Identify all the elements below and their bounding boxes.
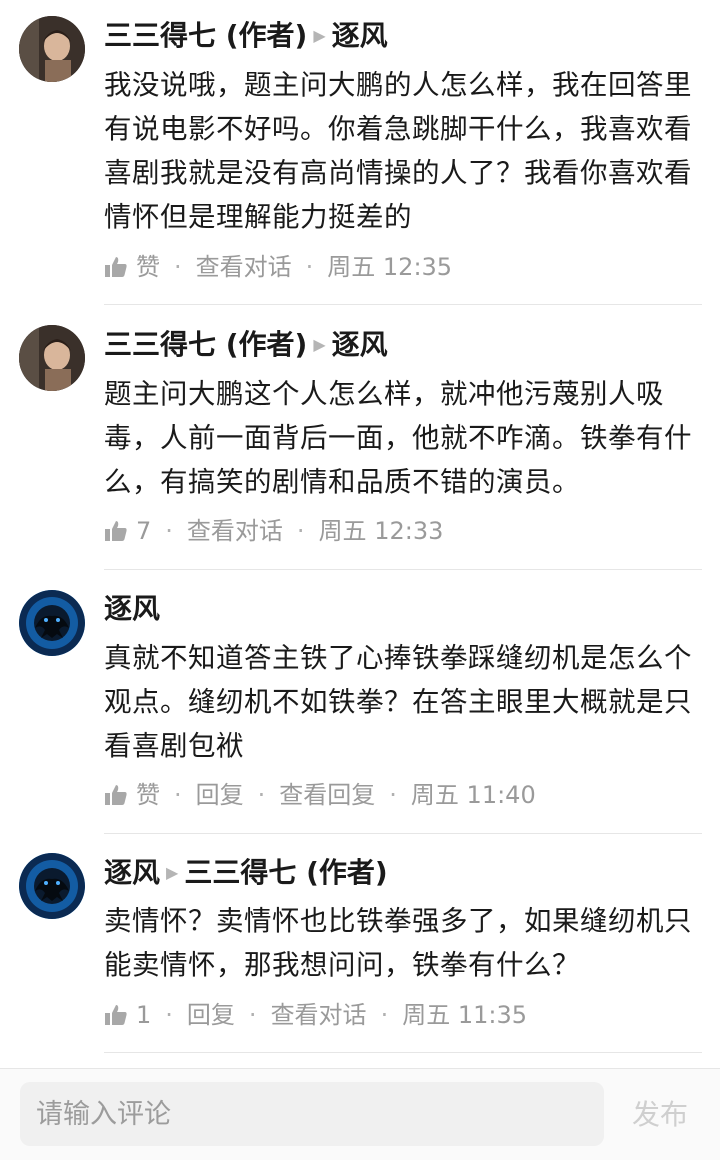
frog-avatar-icon — [19, 853, 85, 919]
comment-text: 我没说哦，题主问大鹏的人怎么样，我在回答里有说电影不好吗。你着急跳脚干什么，我喜… — [104, 69, 692, 233]
comment-text: 题主问大鹏这个人怎么样，就冲他污蔑别人吸毒，人前一面背后一面，他就不咋滴。铁拳有… — [104, 378, 692, 498]
thumbs-up-icon[interactable] — [104, 783, 128, 807]
comment-author[interactable]: 三三得七 (作者) — [104, 328, 307, 361]
comment-header: 逐风 — [104, 591, 160, 627]
thumbs-up-icon[interactable] — [104, 255, 128, 279]
comment-author[interactable]: 逐风 — [104, 856, 160, 889]
comment-actions: 赞 · 回复 · 查看回复 · 周五 11:40 — [104, 780, 536, 810]
like-count[interactable]: 赞 — [136, 252, 160, 282]
reply-link[interactable]: 回复 — [196, 780, 244, 810]
like-count[interactable]: 7 — [136, 516, 151, 546]
comment-header: 三三得七 (作者) ▶ 逐风 — [104, 18, 388, 54]
divider — [104, 569, 702, 570]
separator-dot: · — [174, 781, 182, 809]
comment-time: 周五 12:35 — [327, 253, 453, 281]
separator-dot: · — [257, 781, 266, 809]
separator-dot: · — [305, 253, 314, 281]
reply-to-user[interactable]: 逐风 — [332, 19, 388, 52]
divider — [104, 833, 702, 834]
comment-text: 真就不知道答主铁了心捧铁拳踩缝纫机是怎么个观点。缝纫机不如铁拳？在答主眼里大概就… — [104, 642, 692, 762]
separator-dot: · — [248, 1001, 257, 1029]
thumbs-up-icon[interactable] — [104, 1003, 128, 1027]
view-conversation-link[interactable]: 查看对话 — [187, 516, 283, 546]
comment-text: 卖情怀？卖情怀也比铁拳强多了，如果缝纫机只能卖情怀，那我想问问，铁拳有什么？ — [104, 905, 692, 981]
publish-button[interactable]: 发布 — [632, 1093, 688, 1133]
comment-header: 逐风 ▶ 三三得七 (作者) — [104, 855, 388, 891]
comment-time: 周五 12:33 — [318, 517, 444, 545]
comment-time: 周五 11:40 — [410, 781, 536, 809]
comment-time: 周五 11:35 — [402, 1001, 527, 1029]
separator-dot: · — [380, 1001, 389, 1029]
separator-dot: · — [389, 781, 397, 809]
reply-to-user[interactable]: 三三得七 (作者) — [184, 856, 387, 889]
author-avatar-icon — [19, 16, 85, 82]
reply-to-user[interactable]: 逐风 — [332, 328, 388, 361]
frog-avatar-icon — [19, 590, 85, 656]
comment-header: 三三得七 (作者) ▶ 逐风 — [104, 327, 388, 363]
like-count[interactable]: 赞 — [136, 780, 160, 810]
view-conversation-link[interactable]: 查看对话 — [196, 252, 292, 282]
avatar[interactable] — [19, 16, 85, 82]
view-conversation-link[interactable]: 查看对话 — [271, 1000, 367, 1030]
comment-author[interactable]: 三三得七 (作者) — [104, 19, 307, 52]
separator-dot: · — [165, 517, 173, 545]
divider — [104, 1052, 702, 1053]
author-avatar-icon — [19, 325, 85, 391]
thumbs-up-icon[interactable] — [104, 519, 128, 543]
avatar[interactable] — [19, 590, 85, 656]
separator-dot: · — [165, 1001, 173, 1029]
comment-input-bar: 发布 — [0, 1068, 720, 1160]
reply-arrow-icon: ▶ — [313, 335, 326, 354]
reply-arrow-icon: ▶ — [166, 863, 179, 882]
separator-dot: · — [174, 253, 182, 281]
comment-actions: 7 · 查看对话 · 周五 12:33 — [104, 516, 443, 546]
like-count[interactable]: 1 — [136, 1000, 151, 1030]
comment-author[interactable]: 逐风 — [104, 592, 160, 625]
view-replies-link[interactable]: 查看回复 — [279, 780, 375, 810]
reply-arrow-icon: ▶ — [313, 26, 326, 45]
reply-link[interactable]: 回复 — [187, 1000, 235, 1030]
divider — [104, 304, 702, 305]
comment-actions: 1 · 回复 · 查看对话 · 周五 11:35 — [104, 1000, 527, 1030]
comment-actions: 赞 · 查看对话 · 周五 12:35 — [104, 252, 452, 282]
avatar[interactable] — [19, 853, 85, 919]
comment-input[interactable] — [20, 1082, 604, 1146]
avatar[interactable] — [19, 325, 85, 391]
separator-dot: · — [296, 517, 305, 545]
